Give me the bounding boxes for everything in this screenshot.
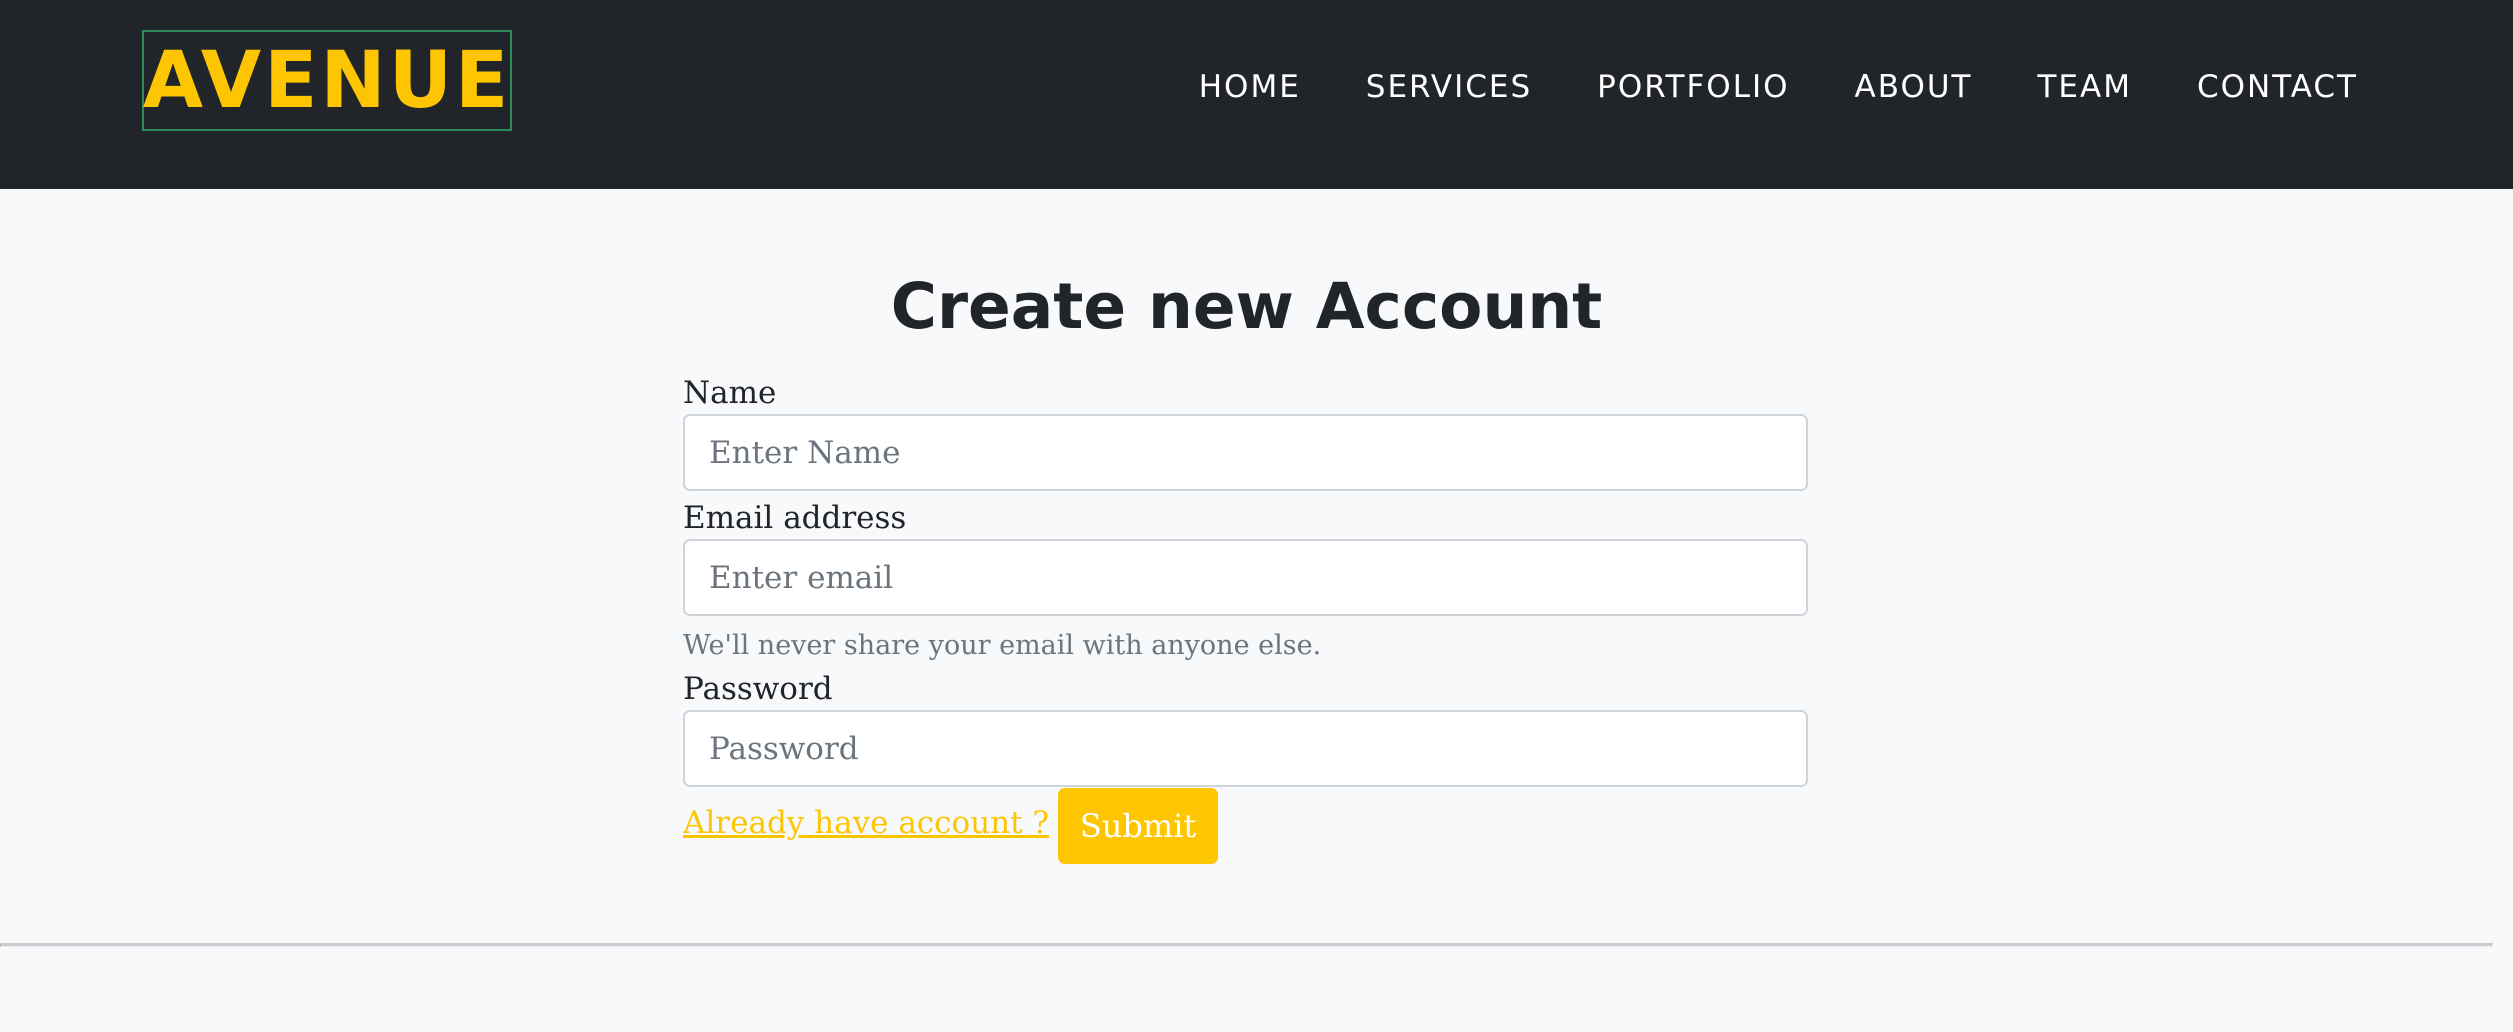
nav-item-home: HOME <box>1199 69 1301 105</box>
nav-link-home[interactable]: HOME <box>1199 69 1301 105</box>
nav-link-portfolio[interactable]: PORTFOLIO <box>1597 69 1789 105</box>
brand-logo[interactable]: AVENUE <box>142 30 512 131</box>
email-group: Email address We'll never share your ema… <box>683 497 1808 668</box>
nav-links: HOME SERVICES PORTFOLIO ABOUT TEAM CONTA… <box>1134 60 2358 114</box>
footer-divider <box>0 943 2493 947</box>
page-title: Create new Account <box>890 270 1603 343</box>
nav-link-about[interactable]: ABOUT <box>1855 69 1973 105</box>
email-label: Email address <box>683 500 907 536</box>
login-link[interactable]: Already have account ? <box>683 805 1049 841</box>
nav-item-contact: CONTACT <box>2197 69 2358 105</box>
name-input[interactable] <box>683 414 1808 491</box>
nav-link-team[interactable]: TEAM <box>2038 69 2132 105</box>
form-actions: Already have account ? Submit <box>683 787 1808 864</box>
nav-item-about: ABOUT <box>1855 69 1973 105</box>
nav-item-portfolio: PORTFOLIO <box>1597 69 1789 105</box>
name-label: Name <box>683 375 777 411</box>
signup-form: Name Email address We'll never share you… <box>683 372 1808 864</box>
navbar: AVENUE HOME SERVICES PORTFOLIO ABOUT TEA… <box>0 0 2513 189</box>
email-help-text: We'll never share your email with anyone… <box>683 630 1322 661</box>
nav-link-services[interactable]: SERVICES <box>1366 69 1532 105</box>
name-group: Name <box>683 372 1808 491</box>
nav-item-team: TEAM <box>2038 69 2132 105</box>
nav-item-services: SERVICES <box>1366 69 1532 105</box>
password-label: Password <box>683 671 833 707</box>
password-group: Password <box>683 668 1808 787</box>
email-input[interactable] <box>683 539 1808 616</box>
nav-link-contact[interactable]: CONTACT <box>2197 69 2358 105</box>
submit-button[interactable]: Submit <box>1058 787 1219 864</box>
password-input[interactable] <box>683 710 1808 787</box>
